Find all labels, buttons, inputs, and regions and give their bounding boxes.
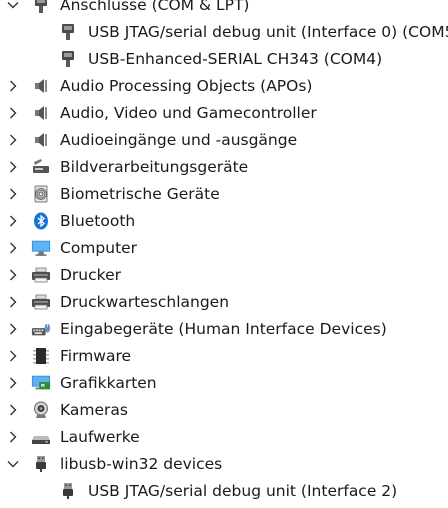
tree-item-apos[interactable]: Audio Processing Objects (APOs): [0, 73, 448, 100]
fingerprint-icon: [31, 184, 51, 204]
chevron-right-icon[interactable]: [6, 106, 20, 120]
tree-item-label: Firmware: [60, 347, 132, 365]
tree-item-audio-io[interactable]: Audioeingänge und -ausgänge: [0, 127, 448, 154]
chip-icon: [31, 346, 51, 366]
tree-item-label: USB JTAG/serial debug unit (Interface 2): [88, 482, 398, 500]
chevron-right-icon[interactable]: [6, 322, 20, 336]
chevron-right-icon[interactable]: [6, 268, 20, 282]
tree-item-ch343-com4[interactable]: USB-Enhanced-SERIAL CH343 (COM4): [0, 46, 448, 73]
tree-item-label: Computer: [60, 239, 138, 257]
tree-item-drives[interactable]: Laufwerke: [0, 424, 448, 451]
bluetooth-icon: [31, 211, 51, 231]
tree-item-label: USB JTAG/serial debug unit (Interface 0)…: [88, 23, 448, 41]
tree-item-bluetooth[interactable]: Bluetooth: [0, 208, 448, 235]
monitor-icon: [31, 238, 51, 258]
chevron-right-icon[interactable]: [6, 403, 20, 417]
printer-icon: [31, 292, 51, 312]
webcam-icon: [31, 400, 51, 420]
printer-icon: [31, 265, 51, 285]
display-adapter-icon: [31, 373, 51, 393]
chevron-down-icon[interactable]: [6, 457, 20, 471]
chevron-right-icon[interactable]: [6, 214, 20, 228]
tree-item-label: Audioeingänge und -ausgänge: [60, 131, 298, 149]
chevron-right-icon[interactable]: [6, 160, 20, 174]
tree-item-label: Druckwarteschlangen: [60, 293, 230, 311]
tree-item-print-queues[interactable]: Druckwarteschlangen: [0, 289, 448, 316]
speaker-icon: [31, 76, 51, 96]
chevron-right-icon[interactable]: [6, 430, 20, 444]
ports-icon: [31, 0, 51, 15]
usb-plug-icon: [31, 454, 51, 474]
tree-item-hid[interactable]: Eingabegeräte (Human Interface Devices): [0, 316, 448, 343]
chevron-right-icon[interactable]: [6, 79, 20, 93]
usb-serial-icon: [58, 49, 78, 69]
tree-item-label: Bildverarbeitungsgeräte: [60, 158, 249, 176]
tree-item-label: Audio, Video und Gamecontroller: [60, 104, 317, 122]
tree-item-libusb[interactable]: libusb-win32 devices: [0, 451, 448, 478]
tree-item-label: Eingabegeräte (Human Interface Devices): [60, 320, 387, 338]
tree-item-label: Laufwerke: [60, 428, 140, 446]
chevron-right-icon[interactable]: [6, 133, 20, 147]
tree-item-label: Audio Processing Objects (APOs): [60, 77, 313, 95]
tree-item-label: USB-Enhanced-SERIAL CH343 (COM4): [88, 50, 383, 68]
tree-item-label: Kameras: [60, 401, 128, 419]
keyboard-mouse-icon: [31, 319, 51, 339]
tree-item-usb-jtag-interface2[interactable]: USB JTAG/serial debug unit (Interface 2): [0, 478, 448, 505]
drive-icon: [31, 427, 51, 447]
chevron-right-icon[interactable]: [6, 349, 20, 363]
tree-item-label: Drucker: [60, 266, 121, 284]
tree-item-audio-video-game[interactable]: Audio, Video und Gamecontroller: [0, 100, 448, 127]
tree-item-imaging[interactable]: Bildverarbeitungsgeräte: [0, 154, 448, 181]
tree-item-label: Anschlüsse (COM & LPT): [60, 0, 250, 14]
usb-serial-icon: [58, 22, 78, 42]
tree-item-usb-jtag-com5[interactable]: USB JTAG/serial debug unit (Interface 0)…: [0, 19, 448, 46]
usb-plug-icon: [58, 481, 78, 501]
tree-item-label: Bluetooth: [60, 212, 136, 230]
chevron-right-icon[interactable]: [6, 295, 20, 309]
tree-item-computer[interactable]: Computer: [0, 235, 448, 262]
tree-item-biometric[interactable]: Biometrische Geräte: [0, 181, 448, 208]
tree-item-label: libusb-win32 devices: [60, 455, 223, 473]
tree-item-firmware[interactable]: Firmware: [0, 343, 448, 370]
device-tree: Anschlüsse (COM & LPT) USB JTAG/serial d…: [0, 0, 448, 505]
speaker-icon: [31, 130, 51, 150]
scanner-icon: [31, 157, 51, 177]
tree-item-ports[interactable]: Anschlüsse (COM & LPT): [0, 0, 448, 19]
chevron-right-icon[interactable]: [6, 187, 20, 201]
tree-item-label: Biometrische Geräte: [60, 185, 220, 203]
chevron-down-icon[interactable]: [6, 0, 20, 12]
chevron-right-icon[interactable]: [6, 376, 20, 390]
tree-item-printers[interactable]: Drucker: [0, 262, 448, 289]
tree-item-display-adapters[interactable]: Grafikkarten: [0, 370, 448, 397]
tree-item-cameras[interactable]: Kameras: [0, 397, 448, 424]
speaker-icon: [31, 103, 51, 123]
chevron-right-icon[interactable]: [6, 241, 20, 255]
tree-item-label: Grafikkarten: [60, 374, 157, 392]
